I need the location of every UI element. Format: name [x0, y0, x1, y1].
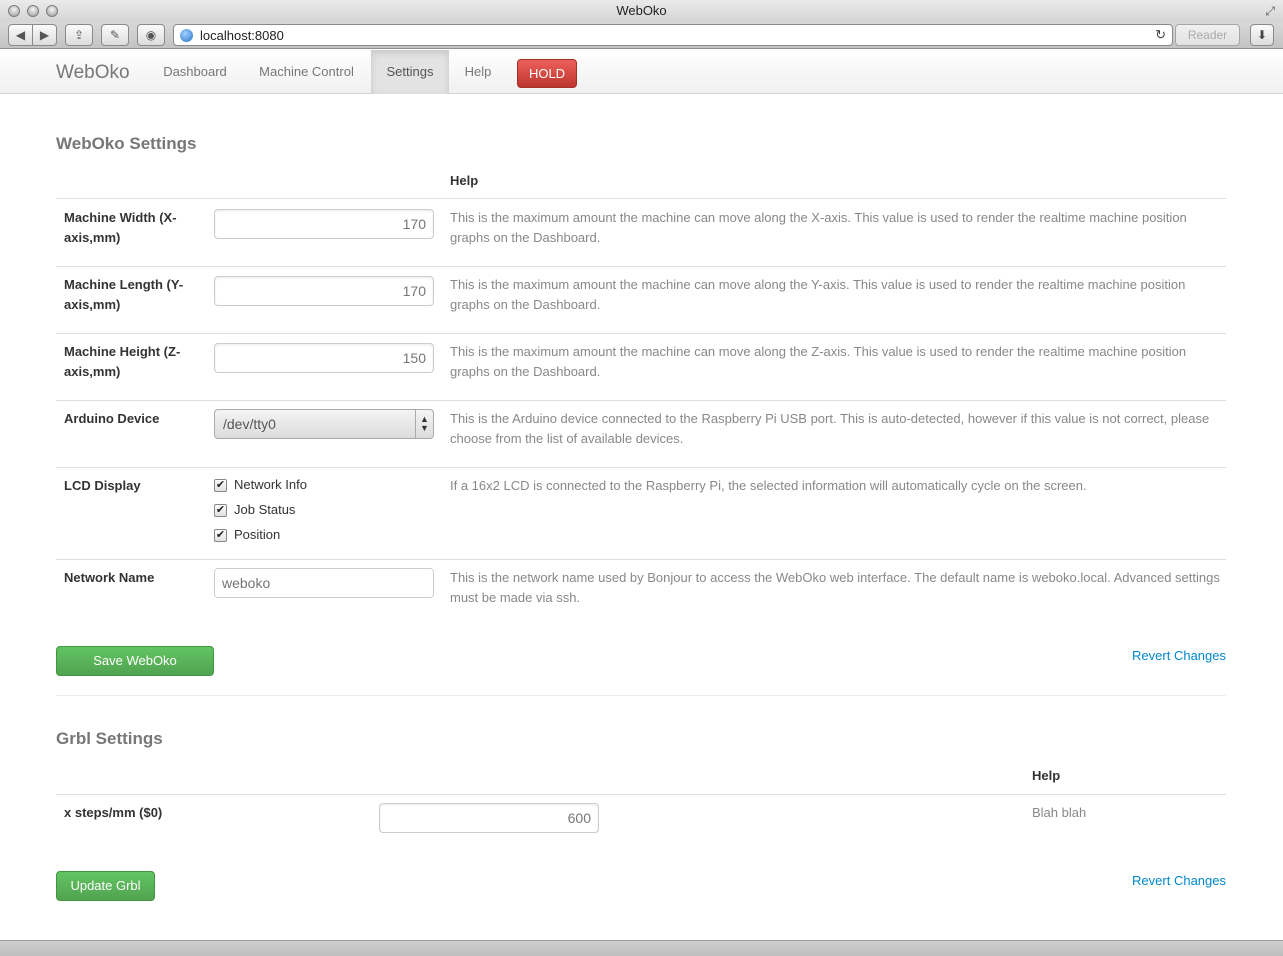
arduino-device-value: /dev/tty0	[223, 416, 276, 432]
close-window-icon[interactable]	[8, 5, 20, 17]
machine-height-label: Machine Height (Z-axis,mm)	[64, 344, 181, 379]
forward-button[interactable]: ▶	[32, 24, 57, 46]
machine-length-help: This is the maximum amount the machine c…	[450, 277, 1186, 312]
arduino-device-help: This is the Arduino device connected to …	[450, 411, 1210, 446]
nav-machine-control[interactable]: Machine Control	[246, 50, 367, 94]
reload-icon[interactable]: ↻	[1155, 27, 1166, 43]
nav-dashboard[interactable]: Dashboard	[150, 50, 240, 94]
arduino-device-select[interactable]: /dev/tty0 ▲ ▼	[214, 409, 434, 439]
reader-button[interactable]: Reader	[1175, 24, 1240, 46]
checkbox-position[interactable]: ✔	[214, 529, 227, 542]
checkbox-network-info[interactable]: ✔	[214, 479, 227, 492]
tools-button[interactable]: ✎	[101, 24, 129, 46]
checkbox-label: Position	[234, 527, 281, 542]
help-column-header: Help	[450, 173, 479, 188]
url-text: localhost:8080	[200, 28, 284, 43]
nav-help[interactable]: Help	[451, 50, 505, 94]
x-steps-input[interactable]	[379, 803, 599, 833]
save-weboko-settings-button[interactable]: Save WebOko Settings	[56, 646, 214, 696]
grbl-help-column-header: Help	[1032, 768, 1061, 783]
network-name-help: This is the network name used by Bonjour…	[450, 570, 1220, 605]
row-divider	[56, 266, 1226, 267]
browser-status-bar	[0, 940, 1283, 956]
address-bar[interactable]: localhost:8080 ↻	[173, 24, 1173, 46]
wrench-icon: ✎	[109, 28, 121, 42]
checkbox-label: Network Info	[234, 477, 307, 492]
block-icon: ◉	[145, 28, 157, 42]
globe-icon	[180, 29, 193, 42]
machine-height-help: This is the maximum amount the machine c…	[450, 344, 1187, 379]
fullscreen-icon[interactable]: ⤢	[1265, 4, 1275, 19]
row-divider	[56, 400, 1226, 401]
share-icon: ⇪	[73, 28, 85, 42]
download-icon: ⬇	[1256, 28, 1268, 42]
app-navbar: WebOko Dashboard Machine Control Setting…	[0, 50, 1283, 94]
share-button[interactable]: ⇪	[65, 24, 93, 46]
nav-settings[interactable]: Settings	[371, 50, 449, 94]
machine-height-input[interactable]	[214, 343, 434, 373]
section-divider	[56, 695, 1226, 696]
machine-width-help: This is the maximum amount the machine c…	[450, 210, 1187, 245]
revert-grbl-changes-link[interactable]: Revert Changes	[1132, 873, 1226, 888]
browser-toolbar: ◀ ▶ ⇪ ✎ ◉ localhost:8080 ↻ Reader ⬇	[0, 22, 1283, 49]
back-icon: ◀	[15, 28, 26, 42]
minimize-window-icon[interactable]	[27, 5, 39, 17]
hold-button[interactable]: HOLD	[517, 59, 577, 88]
browser-titlebar: WebOko ⤢	[0, 0, 1283, 22]
machine-length-label: Machine Length (Y-axis,mm)	[64, 277, 184, 312]
update-grbl-button[interactable]: Update Grbl	[56, 871, 155, 901]
machine-width-label: Machine Width (X-axis,mm)	[64, 210, 177, 245]
select-arrows-icon: ▲ ▼	[415, 410, 433, 438]
row-divider	[56, 333, 1226, 334]
weboko-settings-title: WebOko Settings	[56, 134, 197, 153]
arduino-device-label: Arduino Device	[64, 411, 160, 426]
x-steps-label: x steps/mm ($0)	[64, 805, 163, 820]
row-divider	[56, 467, 1226, 468]
back-button[interactable]: ◀	[8, 24, 33, 46]
table-header-divider	[56, 794, 1226, 795]
window-title: WebOko	[616, 3, 667, 18]
brand-logo[interactable]: WebOko	[56, 62, 130, 84]
machine-length-input[interactable]	[214, 276, 434, 306]
machine-width-input[interactable]	[214, 209, 434, 239]
x-steps-help: Blah blah	[1032, 805, 1087, 820]
zoom-window-icon[interactable]	[46, 5, 58, 17]
downloads-button[interactable]: ⬇	[1250, 24, 1274, 46]
checkbox-job-status[interactable]: ✔	[214, 504, 227, 517]
network-name-input[interactable]	[214, 568, 434, 598]
grbl-settings-title: Grbl Settings	[56, 729, 163, 748]
network-name-label: Network Name	[64, 570, 155, 585]
row-divider	[56, 559, 1226, 560]
table-header-divider	[56, 198, 1226, 199]
forward-icon: ▶	[39, 28, 50, 42]
lcd-display-label: LCD Display	[64, 478, 141, 493]
revert-weboko-changes-link[interactable]: Revert Changes	[1132, 648, 1226, 663]
block-button[interactable]: ◉	[137, 24, 165, 46]
checkbox-label: Job Status	[234, 502, 296, 517]
lcd-display-help: If a 16x2 LCD is connected to the Raspbe…	[450, 478, 1087, 493]
